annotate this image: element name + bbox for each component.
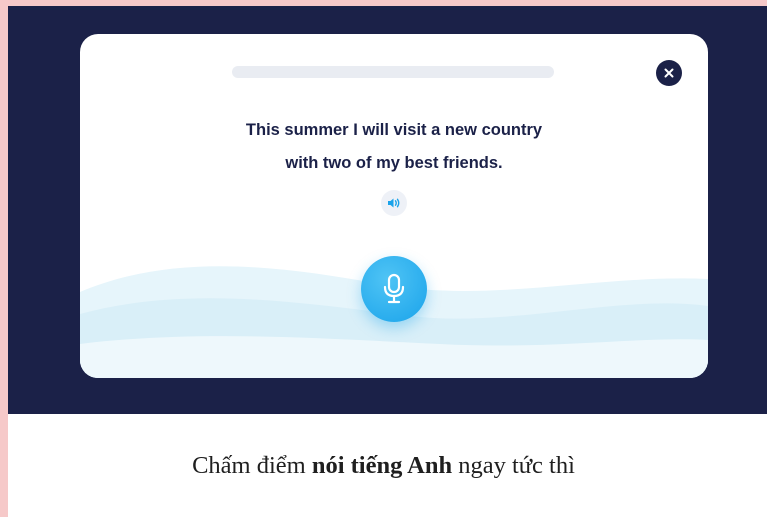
practice-sentence: This summer I will visit a new country w…: [80, 114, 708, 180]
promo-frame: This summer I will visit a new country w…: [8, 6, 767, 517]
caption-highlight: nói tiếng Anh: [311, 452, 453, 479]
speaking-exercise-card: This summer I will visit a new country w…: [80, 34, 708, 378]
progress-bar: [232, 66, 554, 78]
speaker-icon: [388, 198, 400, 208]
record-microphone-button[interactable]: [361, 256, 427, 322]
close-button[interactable]: [656, 60, 682, 86]
sentence-line-2: with two of my best friends.: [285, 154, 503, 172]
sentence-line-1: This summer I will visit a new country: [245, 121, 543, 139]
microphone-icon: [383, 273, 405, 304]
caption-prefix: Chấm điểm: [192, 452, 312, 479]
close-icon: [664, 68, 674, 78]
caption-suffix: ngay tức thì: [452, 452, 575, 479]
promo-caption: Chấm điểm nói tiếng Anh ngay tức thì: [0, 452, 767, 480]
play-audio-button[interactable]: [381, 190, 407, 216]
app-background: This summer I will visit a new country w…: [8, 6, 767, 414]
